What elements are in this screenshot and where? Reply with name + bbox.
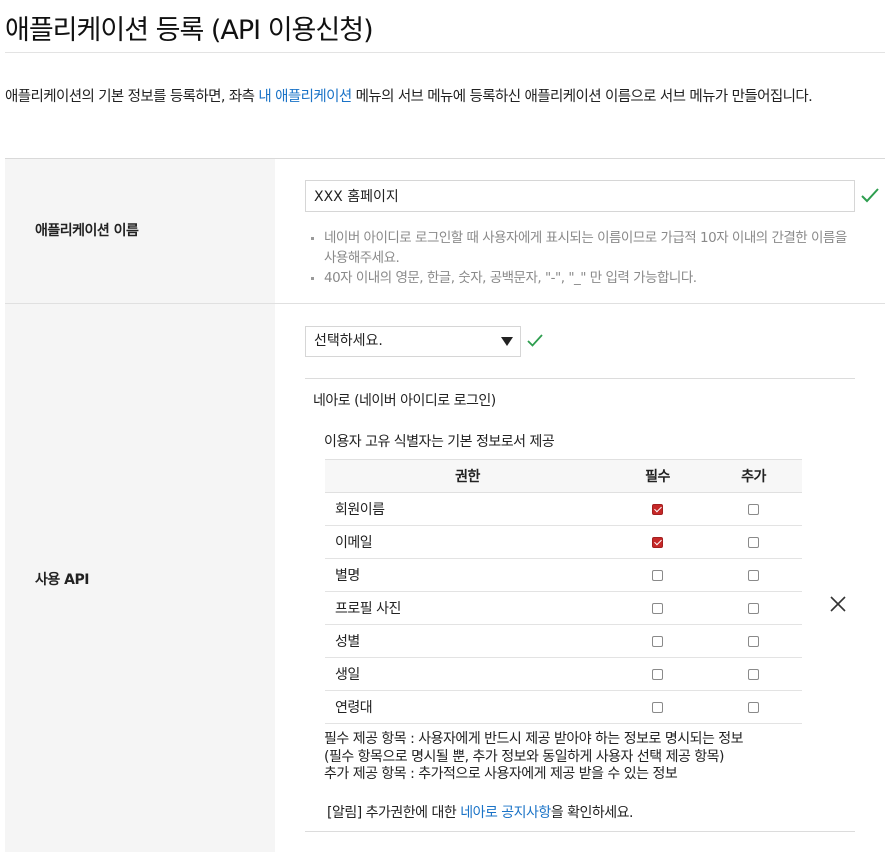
- notes: 필수 제공 항목 : 사용자에게 반드시 제공 받아야 하는 정보로 명시되는 …: [324, 731, 744, 784]
- intro-text: 애플리케이션의 기본 정보를 등록하면, 좌측 내 애플리케이션 메뉴의 서브 …: [5, 84, 885, 110]
- required-cell: [610, 657, 705, 691]
- intro-text-part: 애플리케이션의 기본 정보를 등록하면, 좌측: [5, 89, 259, 105]
- required-cell: [610, 492, 705, 526]
- header-additional: 추가: [705, 459, 802, 493]
- permission-name: 이메일: [325, 525, 610, 559]
- note-line: (필수 항목으로 명시될 뿐, 추가 정보와 동일하게 사용자 선택 제공 항목…: [324, 748, 725, 765]
- check-icon: [861, 188, 879, 203]
- required-cell: [610, 558, 705, 592]
- notice: [알림] 추가권한에 대한 네아로 공지사항을 확인하세요.: [327, 802, 634, 822]
- permission-name: 생일: [325, 657, 610, 691]
- additional-checkbox[interactable]: [748, 503, 759, 515]
- table-row: 프로필 사진: [325, 591, 802, 625]
- notice-text: [알림] 추가권한에 대한: [327, 805, 461, 821]
- table-row: 성별: [325, 624, 802, 658]
- notice-link[interactable]: 네아로 공지사항: [460, 805, 551, 821]
- api-select[interactable]: 선택하세요.: [305, 326, 521, 357]
- api-label: 사용 API: [35, 572, 89, 588]
- hint-item: 40자 이내의 영문, 한글, 숫자, 공백문자, "-", "_" 만 입력 …: [310, 268, 850, 288]
- api-label-cell: 사용 API: [5, 304, 275, 852]
- api-box-top-divider: [305, 378, 855, 379]
- additional-cell: [705, 558, 802, 592]
- required-checkbox[interactable]: [652, 536, 663, 548]
- table-row: 별명: [325, 558, 802, 592]
- permission-name: 성별: [325, 624, 610, 658]
- additional-cell: [705, 525, 802, 559]
- api-name: 네아로 (네이버 아이디로 로그인): [313, 393, 496, 409]
- note-line: 필수 제공 항목 : 사용자에게 반드시 제공 받아야 하는 정보로 명시되는 …: [324, 731, 744, 747]
- permission-name: 별명: [325, 558, 610, 592]
- additional-cell: [705, 492, 802, 526]
- app-name-hints: 네이버 아이디로 로그인할 때 사용자에게 표시되는 이름이므로 가급적 10자…: [310, 228, 850, 288]
- additional-cell: [705, 690, 802, 724]
- note-line: 추가 제공 항목 : 추가적으로 사용자에게 제공 받을 수 있는 정보: [324, 766, 678, 782]
- additional-checkbox[interactable]: [748, 569, 759, 581]
- app-name-label: 애플리케이션 이름: [35, 223, 139, 239]
- additional-checkbox[interactable]: [748, 602, 759, 614]
- required-checkbox[interactable]: [652, 635, 663, 647]
- table-row: 연령대: [325, 690, 802, 724]
- check-icon: [527, 334, 543, 347]
- header-required: 필수: [610, 459, 705, 493]
- required-cell: [610, 591, 705, 625]
- required-checkbox[interactable]: [652, 602, 663, 614]
- app-name-input[interactable]: [305, 180, 855, 212]
- table-row: 회원이름: [325, 492, 802, 526]
- my-applications-link[interactable]: 내 애플리케이션: [258, 89, 352, 105]
- required-cell: [610, 690, 705, 724]
- additional-checkbox[interactable]: [748, 635, 759, 647]
- additional-checkbox[interactable]: [748, 536, 759, 548]
- notice-text: 을 확인하세요.: [550, 805, 634, 821]
- page-title: 애플리케이션 등록 (API 이용신청): [5, 15, 374, 46]
- required-checkbox[interactable]: [652, 569, 663, 581]
- additional-cell: [705, 657, 802, 691]
- api-select-value: 선택하세요.: [314, 333, 383, 349]
- additional-checkbox[interactable]: [748, 701, 759, 713]
- required-checkbox[interactable]: [652, 701, 663, 713]
- required-checkbox[interactable]: [652, 503, 663, 515]
- additional-cell: [705, 591, 802, 625]
- table-header-row: 권한 필수 추가: [325, 459, 802, 493]
- additional-checkbox[interactable]: [748, 668, 759, 680]
- api-description: 이용자 고유 식별자는 기본 정보로서 제공: [324, 434, 555, 450]
- app-name-label-cell: 애플리케이션 이름: [5, 159, 275, 303]
- additional-cell: [705, 624, 802, 658]
- hint-item: 네이버 아이디로 로그인할 때 사용자에게 표시되는 이름이므로 가급적 10자…: [310, 228, 850, 268]
- permission-name: 프로필 사진: [325, 591, 610, 625]
- permission-name: 회원이름: [325, 492, 610, 526]
- title-divider: [5, 52, 885, 53]
- required-checkbox[interactable]: [652, 668, 663, 680]
- required-cell: [610, 525, 705, 559]
- chevron-down-icon: [501, 337, 513, 346]
- table-row: 이메일: [325, 525, 802, 559]
- close-icon[interactable]: [829, 595, 847, 613]
- permission-table: 권한 필수 추가 회원이름 이메일 별명 프로필 사진 성별 생일 연령대: [325, 459, 802, 724]
- permission-name: 연령대: [325, 690, 610, 724]
- intro-text-part: 메뉴의 서브 메뉴에 등록하신 애플리케이션 이름으로 서브 메뉴가 만들어집니…: [351, 89, 813, 105]
- table-row: 생일: [325, 657, 802, 691]
- api-box-bottom-divider: [305, 831, 855, 832]
- required-cell: [610, 624, 705, 658]
- header-permission: 권한: [325, 459, 610, 493]
